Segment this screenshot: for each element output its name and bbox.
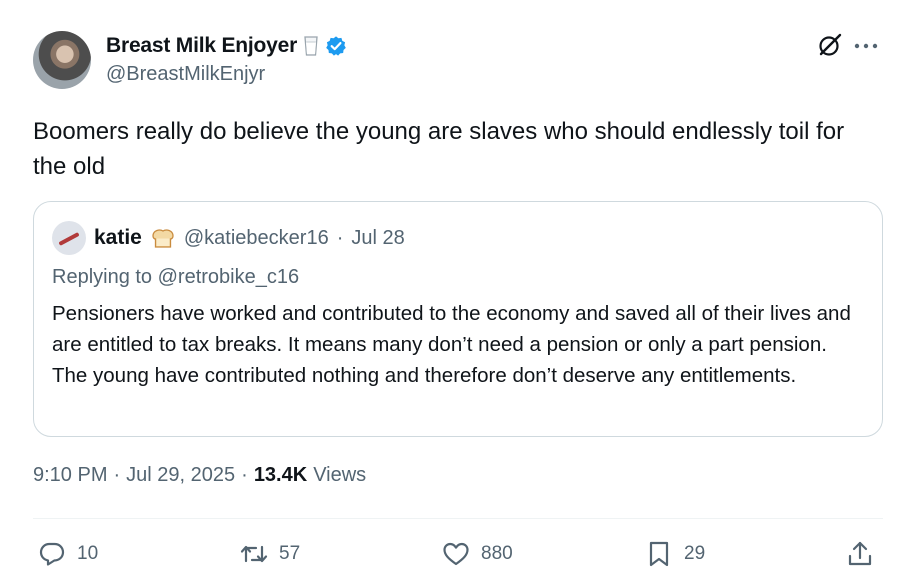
bookmark-icon (649, 541, 669, 567)
meta-separator: · (113, 464, 121, 486)
repost-icon (240, 545, 268, 563)
author-handle[interactable]: @BreastMilkEnjyr (106, 63, 265, 86)
more-options-icon[interactable] (853, 39, 879, 51)
heart-icon (443, 542, 469, 566)
quoted-tweet-card[interactable]: katie @katiebecker16 · Jul 28 Replying t… (33, 201, 883, 437)
quoted-date[interactable]: Jul 28 (351, 227, 404, 250)
quoted-author-handle[interactable]: @katiebecker16 (184, 227, 329, 250)
action-bar: 10 57 880 29 (33, 536, 883, 572)
tweet-header: Breast Milk Enjoyer @BreastMilkEnjyr (33, 29, 883, 91)
author-avatar[interactable] (33, 31, 91, 89)
quoted-tweet-header: katie @katiebecker16 · Jul 28 (52, 221, 405, 255)
share-icon (848, 541, 872, 566)
quoted-tweet-text: Pensioners have worked and contributed t… (52, 302, 851, 387)
repost-button[interactable]: 57 (239, 536, 300, 572)
milk-glass-icon (303, 35, 319, 57)
tweet-date[interactable]: Jul 29, 2025 (126, 464, 235, 487)
reply-button[interactable]: 10 (37, 536, 98, 572)
reply-count: 10 (77, 543, 99, 564)
like-count: 880 (481, 543, 513, 564)
bookmark-button[interactable]: 29 (644, 536, 705, 572)
views-count: 13.4K (253, 464, 308, 486)
author-name-row: Breast Milk Enjoyer (106, 33, 347, 59)
views-label: Views (313, 464, 367, 486)
quoted-author-avatar[interactable] (52, 221, 86, 255)
verified-badge-icon[interactable] (325, 35, 347, 57)
tweet-meta: 9:10 PM · Jul 29, 2025 · 13.4K Views (33, 464, 366, 487)
divider (33, 518, 883, 519)
tweet-text: Boomers really do believe the young are … (33, 118, 845, 180)
grok-icon[interactable] (817, 32, 843, 58)
share-button[interactable] (845, 536, 875, 572)
quoted-author-name[interactable]: katie (94, 226, 142, 250)
tweet-time[interactable]: 9:10 PM (33, 464, 107, 487)
like-button[interactable]: 880 (441, 536, 513, 572)
bread-icon (150, 227, 176, 249)
meta-separator: · (241, 464, 248, 486)
repost-count: 57 (279, 543, 301, 564)
bookmark-count: 29 (684, 543, 706, 564)
author-display-name[interactable]: Breast Milk Enjoyer (106, 34, 297, 58)
quoted-replying-to: Replying to @retrobike_c16 (52, 266, 300, 288)
quoted-separator: · (336, 226, 344, 249)
reply-icon (39, 542, 65, 566)
